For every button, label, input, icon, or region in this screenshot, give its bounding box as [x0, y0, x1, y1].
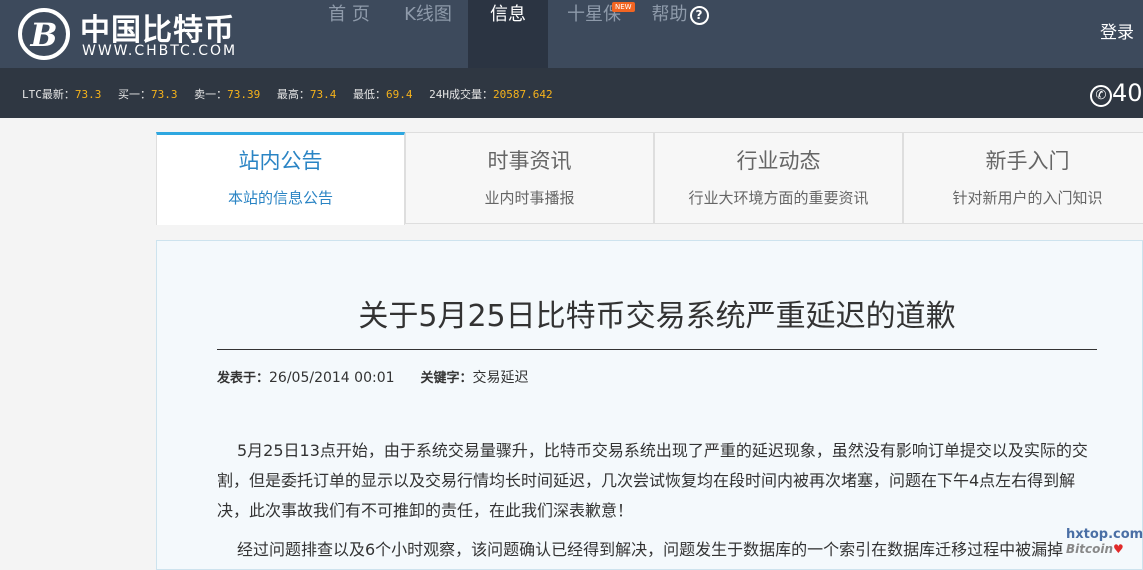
- tab-announcements[interactable]: 站内公告 本站的信息公告: [156, 132, 405, 225]
- ticker-label: 最低：: [353, 88, 386, 101]
- tab-title: 行业动态: [736, 149, 821, 173]
- tab-industry[interactable]: 行业动态 行业大环境方面的重要资讯: [654, 132, 903, 224]
- ticker-value: 69.4: [386, 88, 413, 101]
- login-link[interactable]: 登录: [1100, 18, 1134, 43]
- tab-title: 新手入门: [985, 149, 1070, 173]
- bitcoin-logo-icon: B: [18, 8, 70, 60]
- ticker-label: 卖一：: [194, 88, 228, 101]
- tab-subtitle: 本站的信息公告: [227, 189, 333, 207]
- ticker-label: 买一：: [118, 88, 151, 101]
- watermark-sub: Bitcoin♥: [1066, 542, 1124, 556]
- ticker-label: LTC最新：: [22, 88, 75, 101]
- heart-icon: ♥: [1113, 542, 1124, 556]
- ticker-value: 73.3: [151, 88, 178, 101]
- nav-help[interactable]: 帮助?: [640, 0, 720, 68]
- article-panel: 关于5月25日比特币交易系统严重延迟的道歉 发表于：26/05/2014 00:…: [156, 240, 1143, 570]
- hotline-number: 40: [1112, 79, 1143, 107]
- ticker-value: 20587.642: [493, 88, 553, 101]
- tab-subtitle: 业内时事播报: [484, 189, 575, 207]
- article-title: 关于5月25日比特币交易系统严重延迟的道歉: [358, 299, 956, 334]
- tab-news[interactable]: 时事资讯 业内时事播报: [405, 132, 654, 224]
- keyword-label: 关键字：: [420, 371, 473, 386]
- logo-domain: WWW.CHBTC.COM: [82, 43, 238, 59]
- posted-label: 发表于：: [217, 371, 270, 386]
- nav-info[interactable]: 信息: [468, 0, 548, 68]
- hotline[interactable]: ✆ 40: [1090, 79, 1143, 107]
- tab-beginners[interactable]: 新手入门 针对新用户的入门知识: [903, 132, 1143, 224]
- ticker-value: 73.39: [227, 88, 261, 101]
- ticker-value: 73.4: [309, 88, 337, 101]
- nav-home[interactable]: 首 页: [318, 0, 380, 68]
- ticker-value: 73.3: [74, 88, 102, 101]
- help-question-icon: ?: [689, 6, 709, 25]
- tab-subtitle: 针对新用户的入门知识: [952, 189, 1103, 207]
- new-badge: NEW: [612, 2, 635, 12]
- watermark: hxtop.com Bitcoin♥: [1066, 527, 1143, 557]
- ticker-label: 最高：: [276, 88, 310, 101]
- ticker-items: LTC最新：73.3 买一：73.3 卖一：73.39 最高：73.4 最低：6…: [22, 86, 563, 102]
- price-ticker: LTC最新：73.3 买一：73.3 卖一：73.39 最高：73.4 最低：6…: [0, 68, 1143, 118]
- news-category-tabs: 站内公告 本站的信息公告 时事资讯 业内时事播报 行业动态 行业大环境方面的重要…: [156, 132, 1143, 225]
- watermark-site: hxtop.com: [1066, 527, 1143, 542]
- site-logo[interactable]: B 中国比特币 WWW.CHBTC.COM: [18, 5, 248, 63]
- phone-icon: ✆: [1090, 85, 1112, 107]
- nav-kline[interactable]: K线图: [396, 0, 460, 68]
- tab-title: 时事资讯: [487, 149, 572, 173]
- tab-subtitle: 行业大环境方面的重要资讯: [688, 189, 869, 207]
- article-meta: 发表于：26/05/2014 00:01 关键字：交易延迟: [217, 367, 529, 387]
- nav-help-label: 帮助: [651, 4, 688, 25]
- ticker-label: 24H成交量：: [429, 88, 493, 101]
- keyword-value[interactable]: 交易延迟: [473, 370, 529, 386]
- title-divider: [217, 349, 1097, 350]
- tab-title: 站内公告: [238, 149, 323, 173]
- posted-date: 26/05/2014 00:01: [269, 370, 395, 386]
- article-paragraph: 5月25日13点开始，由于系统交易量骤升，比特币交易系统出现了严重的延迟现象，虽…: [217, 441, 1088, 520]
- top-header: B 中国比特币 WWW.CHBTC.COM 首 页 K线图 信息 十星保 NEW…: [0, 0, 1143, 68]
